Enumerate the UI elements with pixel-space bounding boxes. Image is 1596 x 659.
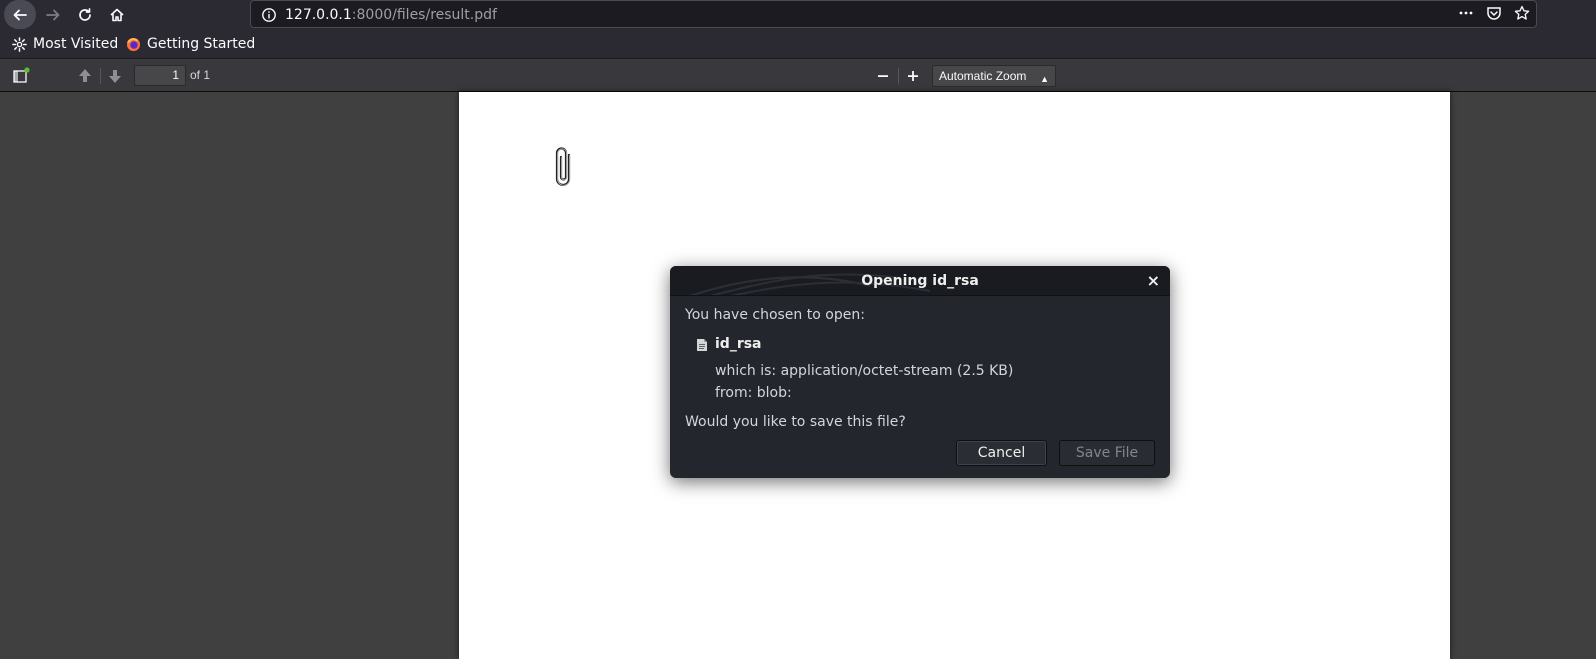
file-icon xyxy=(696,337,708,356)
arrow-down-icon xyxy=(109,70,121,83)
back-button[interactable] xyxy=(4,0,36,29)
zoom-out-button[interactable] xyxy=(872,66,894,86)
next-page-button[interactable] xyxy=(104,66,126,86)
sidebar-toggle-button[interactable] xyxy=(10,66,32,86)
bookmark-most-visited[interactable]: Most Visited xyxy=(12,36,118,52)
cancel-button[interactable]: Cancel xyxy=(956,440,1047,466)
select-arrows-icon: ▲ xyxy=(1040,74,1049,84)
star-icon[interactable] xyxy=(1514,5,1530,25)
dialog-filename: id_rsa xyxy=(715,336,762,352)
dialog-header: Opening id_rsa × xyxy=(670,266,1170,296)
download-dialog: Opening id_rsa × You have chosen to open… xyxy=(670,266,1170,478)
page-number-input[interactable]: 1 xyxy=(134,65,186,86)
url-host: 127.0.0.1 xyxy=(285,7,352,23)
bookmark-label: Getting Started xyxy=(147,36,256,52)
dialog-type-row: which is: application/octet-stream (2.5 … xyxy=(715,363,1013,379)
dialog-question: Would you like to save this file? xyxy=(685,414,906,430)
browser-navbar: 127.0.0.1:8000/files/result.pdf xyxy=(0,0,1596,30)
home-button[interactable] xyxy=(102,0,132,29)
sidebar-toggle-icon xyxy=(13,67,30,83)
info-icon[interactable] xyxy=(261,7,277,27)
arrow-up-icon xyxy=(79,69,91,82)
url-path: :8000/files/result.pdf xyxy=(351,7,497,23)
more-icon[interactable] xyxy=(1458,5,1474,25)
toolbar-divider xyxy=(100,68,101,84)
dialog-title: Opening id_rsa xyxy=(861,273,979,289)
gear-icon xyxy=(12,36,27,52)
reload-icon xyxy=(79,7,91,21)
firefox-icon xyxy=(126,37,141,51)
back-icon xyxy=(13,9,27,20)
type-value: application/octet-stream (2.5 KB) xyxy=(780,363,1014,379)
plus-icon xyxy=(908,71,918,81)
minus-icon xyxy=(878,75,888,77)
save-file-button[interactable]: Save File xyxy=(1059,440,1155,466)
dialog-intro: You have chosen to open: xyxy=(685,307,865,323)
reload-button[interactable] xyxy=(70,0,100,29)
paperclip-attachment-icon[interactable] xyxy=(554,145,576,195)
type-label: which is: xyxy=(715,363,777,379)
home-icon xyxy=(110,8,124,21)
forward-button[interactable] xyxy=(38,0,68,29)
url-text[interactable]: 127.0.0.1:8000/files/result.pdf xyxy=(285,7,497,23)
previous-page-button[interactable] xyxy=(74,66,96,86)
bookmarks-toolbar: Most Visited Getting Started xyxy=(0,30,1596,59)
bookmark-label: Most Visited xyxy=(33,36,119,52)
pocket-icon[interactable] xyxy=(1486,5,1502,25)
close-icon[interactable]: × xyxy=(1147,271,1160,290)
page-total: of 1 xyxy=(190,68,211,82)
dialog-source-row: from: blob: xyxy=(715,385,792,401)
source-value: blob: xyxy=(756,385,792,401)
zoom-in-button[interactable] xyxy=(902,66,924,86)
pdf-toolbar: 1 of 1 Automatic Zoom ▲ xyxy=(0,60,1596,92)
url-bar[interactable]: 127.0.0.1:8000/files/result.pdf xyxy=(250,0,1537,28)
source-label: from: xyxy=(715,385,753,401)
zoom-select[interactable]: Automatic Zoom ▲ xyxy=(932,65,1056,87)
bookmark-getting-started[interactable]: Getting Started xyxy=(126,36,255,52)
toolbar-divider xyxy=(898,68,899,84)
forward-icon xyxy=(46,9,60,20)
zoom-select-value: Automatic Zoom xyxy=(939,69,1027,83)
